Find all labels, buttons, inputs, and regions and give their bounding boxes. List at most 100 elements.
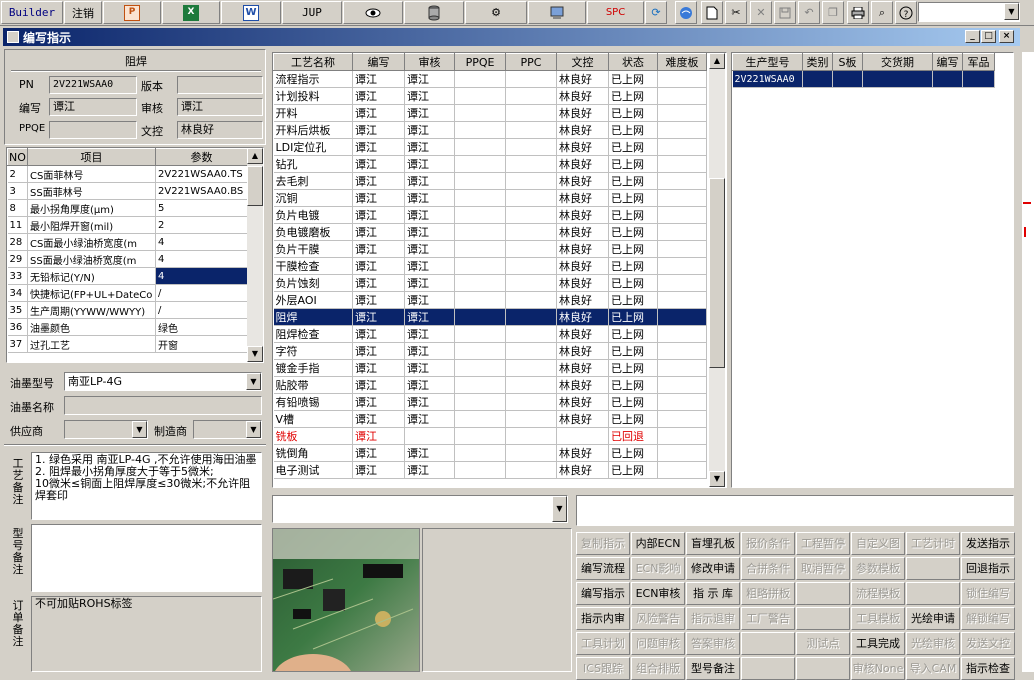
orders-header-2[interactable]: S板 <box>832 53 863 71</box>
params-row[interactable]: 36 油墨颜色 绿色 <box>7 318 248 336</box>
action-button[interactable]: ECN审核 <box>631 582 685 605</box>
process-header-5[interactable]: 文控 <box>556 53 609 71</box>
params-header-2[interactable]: 参数 <box>155 148 248 166</box>
param-value[interactable]: / <box>155 301 248 319</box>
type-note-textarea[interactable] <box>31 524 262 592</box>
param-value[interactable]: 绿色 <box>155 318 248 336</box>
params-row[interactable]: 33 无铅标记(Y/N) 4 <box>7 267 248 285</box>
process-row[interactable]: 电子测试 谭江 谭江 林良好 已上网 <box>273 461 707 479</box>
orders-header-3[interactable]: 交货期 <box>862 53 933 71</box>
param-value[interactable]: 2V221WSAA0.BS <box>155 182 248 200</box>
action-button[interactable]: 编写指示 <box>576 582 630 605</box>
process-scrollbar[interactable]: ▲ ▼ <box>709 53 725 487</box>
settings-button[interactable]: ⚙ <box>465 1 527 24</box>
params-row[interactable]: 2 CS面菲林号 2V221WSAA0.TS <box>7 165 248 183</box>
action-button[interactable]: 指示内审 <box>576 607 630 630</box>
process-row[interactable]: 字符 谭江 谭江 林良好 已上网 <box>273 342 707 360</box>
params-row[interactable]: 3 SS面菲林号 2V221WSAA0.BS <box>7 182 248 200</box>
process-header-3[interactable]: PPQE <box>454 53 506 71</box>
params-row[interactable]: 29 SS面最小绿油桥宽度(m 4 <box>7 250 248 268</box>
maker-select[interactable]: ▼ <box>193 420 262 439</box>
param-value[interactable]: 4 <box>155 267 248 285</box>
params-row[interactable]: 11 最小阻焊开窗(mil) 2 <box>7 216 248 234</box>
copy-button[interactable]: ❐ <box>822 1 844 24</box>
powerpoint-button[interactable]: P <box>103 1 161 24</box>
process-row[interactable]: 负片蚀刻 谭江 谭江 林良好 已上网 <box>273 274 707 292</box>
action-button[interactable]: 工具完成 <box>851 632 905 655</box>
param-value[interactable]: 2 <box>155 216 248 234</box>
process-row[interactable]: 阻焊检查 谭江 谭江 林良好 已上网 <box>273 325 707 343</box>
view-button[interactable] <box>343 1 403 24</box>
process-row[interactable]: 负电镀磨板 谭江 谭江 林良好 已上网 <box>273 223 707 241</box>
process-row[interactable]: 镀金手指 谭江 谭江 林良好 已上网 <box>273 359 707 377</box>
spc-button[interactable]: SPC <box>587 1 644 24</box>
process-header-0[interactable]: 工艺名称 <box>273 53 353 71</box>
find-button[interactable]: ⌕ <box>871 1 893 24</box>
params-row[interactable]: 8 最小拐角厚度(μm) 5 <box>7 199 248 217</box>
process-row[interactable]: 干膜检查 谭江 谭江 林良好 已上网 <box>273 257 707 275</box>
ink-name-field[interactable] <box>64 396 262 415</box>
ppqe-field[interactable] <box>49 121 137 139</box>
process-header-4[interactable]: PPC <box>505 53 557 71</box>
version-field[interactable] <box>177 76 263 94</box>
excel-button[interactable]: X <box>162 1 220 24</box>
close-button[interactable]: × <box>999 30 1014 43</box>
chevron-down-icon[interactable]: ▼ <box>132 421 147 438</box>
save-button[interactable] <box>774 1 796 24</box>
scroll-up-icon[interactable]: ▲ <box>247 148 263 164</box>
chevron-down-icon[interactable]: ▼ <box>1004 3 1019 20</box>
params-scrollbar[interactable]: ▲ ▼ <box>247 148 263 362</box>
chevron-down-icon[interactable]: ▼ <box>246 421 261 438</box>
param-value[interactable]: / <box>155 284 248 302</box>
scroll-down-icon[interactable]: ▼ <box>247 346 263 362</box>
params-row[interactable]: 35 生产周期(YYWW/WWYY) / <box>7 301 248 319</box>
process-row[interactable]: 铣倒角 谭江 谭江 林良好 已上网 <box>273 444 707 462</box>
orders-grid[interactable]: 生产型号 类别 S板 交货期 编写 军品 2V221WSAA0 <box>731 52 1014 488</box>
params-row[interactable]: 34 快捷标记(FP+UL+DateCo / <box>7 284 248 302</box>
database-button[interactable] <box>404 1 464 24</box>
orders-header-4[interactable]: 编写 <box>932 53 963 71</box>
process-row[interactable]: 铣板 谭江 已回退 <box>273 427 707 445</box>
reviewer-field[interactable]: 谭江 <box>177 98 263 116</box>
action-button[interactable]: 修改申请 <box>686 557 740 580</box>
action-button[interactable]: 发送指示 <box>961 532 1015 555</box>
params-row[interactable]: 37 过孔工艺 开窗 <box>7 335 248 353</box>
help-button[interactable]: ? <box>895 1 917 24</box>
process-row[interactable]: 流程指示 谭江 谭江 林良好 已上网 <box>273 70 707 88</box>
chevron-down-icon[interactable]: ▼ <box>246 373 261 390</box>
orders-header-0[interactable]: 生产型号 <box>732 53 803 71</box>
params-header-1[interactable]: 项目 <box>27 148 156 166</box>
params-grid[interactable]: NO 项目 参数 2 CS面菲林号 2V221WSAA0.TS 3 SS面菲林号 2V221W… <box>6 147 264 363</box>
undo-button[interactable]: ↶ <box>798 1 820 24</box>
process-row[interactable]: 计划投料 谭江 谭江 林良好 已上网 <box>273 87 707 105</box>
process-row[interactable]: 开料后烘板 谭江 谭江 林良好 已上网 <box>273 121 707 139</box>
bottom-text-field[interactable] <box>576 495 1014 526</box>
order-note-textarea[interactable]: 不可加贴ROHS标签 <box>31 596 262 672</box>
action-button[interactable]: 指 示 库 <box>686 582 740 605</box>
process-row[interactable]: 有铅喷锡 谭江 谭江 林良好 已上网 <box>273 393 707 411</box>
orders-header-1[interactable]: 类别 <box>802 53 833 71</box>
toolbar-combo[interactable]: ▼ <box>918 2 1020 22</box>
jup-button[interactable]: JUP <box>282 1 342 24</box>
process-row[interactable]: 去毛刺 谭江 谭江 林良好 已上网 <box>273 172 707 190</box>
param-value[interactable]: 4 <box>155 250 248 268</box>
process-header-6[interactable]: 状态 <box>608 53 658 71</box>
process-row[interactable]: 阻焊 谭江 谭江 林良好 已上网 <box>273 308 707 326</box>
process-row[interactable]: 外层AOI 谭江 谭江 林良好 已上网 <box>273 291 707 309</box>
new-button[interactable] <box>701 1 723 24</box>
delete-button[interactable]: ✕ <box>750 1 772 24</box>
refresh-button[interactable]: ⟳ <box>645 1 667 24</box>
scroll-up-icon[interactable]: ▲ <box>709 53 725 69</box>
action-button[interactable]: 光绘申请 <box>906 607 960 630</box>
writer-field[interactable]: 谭江 <box>49 98 137 116</box>
action-button[interactable]: 指示检查 <box>961 657 1015 680</box>
cut-button[interactable]: ✂ <box>725 1 747 24</box>
action-button[interactable]: 编写流程 <box>576 557 630 580</box>
param-value[interactable]: 5 <box>155 199 248 217</box>
orders-row[interactable]: 2V221WSAA0 <box>732 70 995 88</box>
process-header-7[interactable]: 难度板 <box>657 53 707 71</box>
process-row[interactable]: 钻孔 谭江 谭江 林良好 已上网 <box>273 155 707 173</box>
scroll-thumb[interactable] <box>709 178 725 368</box>
param-value[interactable]: 4 <box>155 233 248 251</box>
process-grid[interactable]: 工艺名称 编写 审核 PPQE PPC 文控 状态 难度板 流程指示 谭江 谭江 林良好 已上网 计划投… <box>272 52 727 488</box>
